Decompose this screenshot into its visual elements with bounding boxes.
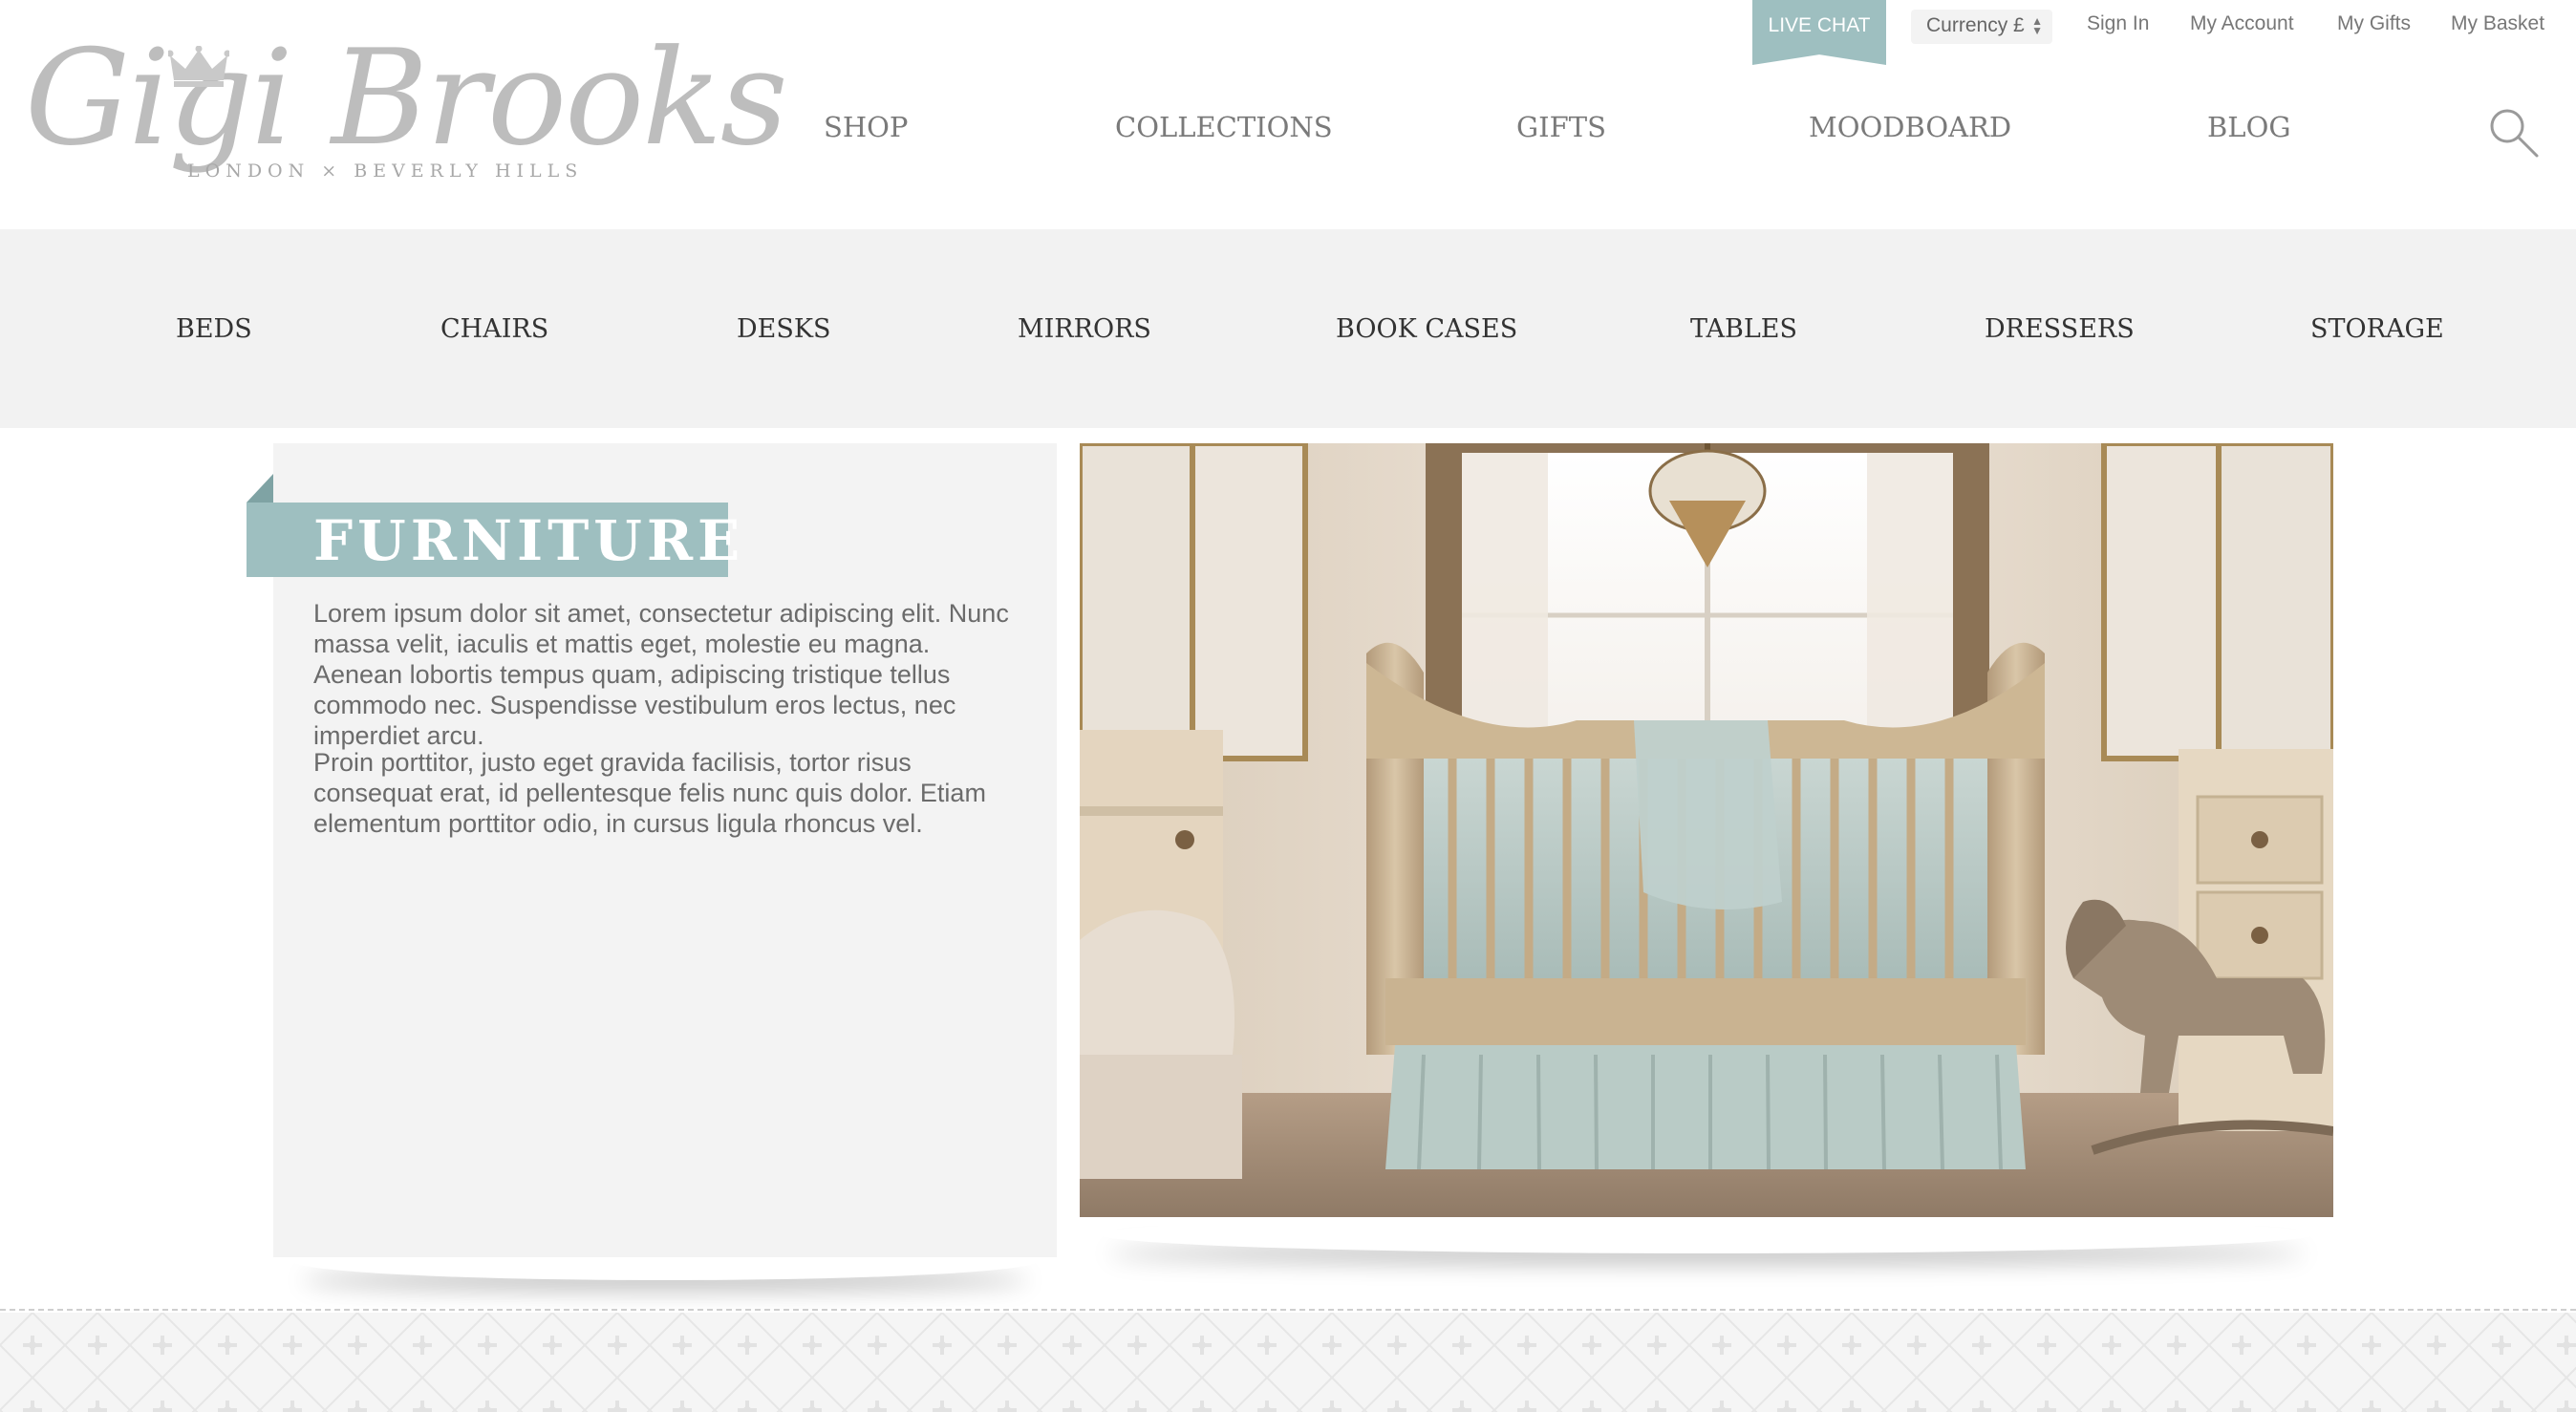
nav-shop[interactable]: SHOP [824,111,908,143]
brand-logo-wordmark: Gigi Brooks [25,21,788,175]
sign-in-link[interactable]: Sign In [2087,12,2149,35]
category-dressers[interactable]: DRESSERS [1985,314,2135,344]
category-desks[interactable]: DESKS [737,314,831,344]
photo-shadow [1099,1215,2314,1253]
nav-blog[interactable]: BLOG [2207,111,2291,143]
site-header: Gigi Brooks LONDON × BEVERLY HILLS LIVE … [0,0,2576,229]
ribbon-fold [247,474,273,503]
nursery-illustration [1080,443,2333,1217]
feature-paragraph: Proin porttitor, justo eget gravida faci… [313,748,986,838]
feature-title: FURNITURE [313,508,745,573]
nav-collections[interactable]: COLLECTIONS [1115,111,1333,143]
nav-moodboard[interactable]: MOODBOARD [1809,111,2011,143]
my-account-link[interactable]: My Account [2190,12,2294,35]
category-mirrors[interactable]: MIRRORS [1018,314,1151,344]
feature-paragraph: Lorem ipsum dolor sit amet, consectetur … [313,599,1009,750]
my-gifts-link[interactable]: My Gifts [2337,12,2411,35]
footer-divider [0,1309,2576,1311]
category-book-cases[interactable]: BOOK CASES [1336,314,1517,344]
category-storage[interactable]: STORAGE [2310,314,2444,344]
select-arrows-icon: ▲ ▼ [2031,14,2043,37]
live-chat-button[interactable]: LIVE CHAT [1752,0,1886,65]
category-chairs[interactable]: CHAIRS [440,314,548,344]
brand-logo[interactable]: Gigi Brooks LONDON × BEVERLY HILLS [25,32,788,204]
crown-icon [168,46,229,87]
diamond-pattern [0,1313,2576,1412]
nav-gifts[interactable]: GIFTS [1516,111,1606,143]
currency-label: Currency £ [1926,14,2025,36]
nursery-photo [1080,443,2333,1217]
brand-tagline: LONDON × BEVERLY HILLS [187,160,584,182]
search-icon[interactable] [2488,107,2540,159]
category-nav: BEDS CHAIRS DESKS MIRRORS BOOK CASES TAB… [0,229,2576,428]
currency-select[interactable]: Currency £ ▲ ▼ [1911,10,2052,44]
category-beds[interactable]: BEDS [176,314,252,344]
category-tables[interactable]: TABLES [1690,314,1797,344]
footer-pattern [0,1313,2576,1412]
my-basket-link[interactable]: My Basket [2451,12,2544,35]
